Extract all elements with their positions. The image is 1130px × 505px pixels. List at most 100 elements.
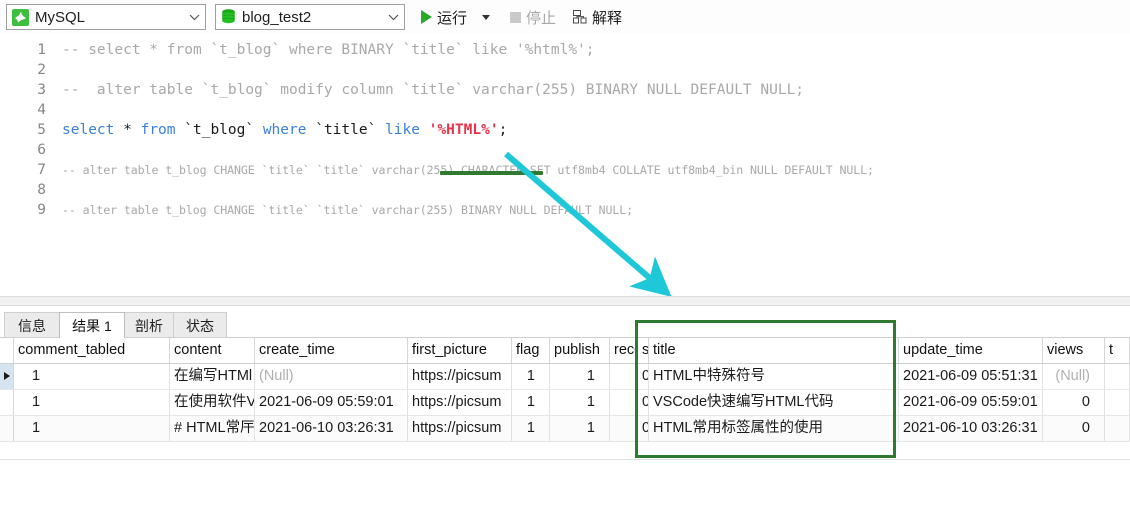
line-number: 4 (0, 100, 46, 120)
line-number: 6 (0, 140, 46, 160)
chevron-down-icon-db[interactable] (384, 5, 402, 29)
table-cell-update_time[interactable]: 2021-06-09 05:51:31 (899, 364, 1043, 389)
column-header[interactable]: views (1043, 338, 1105, 363)
table-cell-t[interactable] (1105, 390, 1130, 415)
row-selector[interactable] (0, 364, 14, 389)
table-cell-title[interactable]: VSCode快速编写HTML代码 (649, 390, 899, 415)
connection-label: MySQL (35, 9, 185, 26)
sql-token (132, 122, 141, 138)
table-cell-first_picture[interactable]: https://picsum (408, 390, 512, 415)
result-tab[interactable]: 剖析 (124, 312, 174, 338)
table-cell-s[interactable]: 0 (638, 364, 649, 389)
table-cell-comment_tabled[interactable]: 1 (14, 416, 170, 441)
table-cell-create_time[interactable]: 2021-06-09 05:59:01 (255, 390, 408, 415)
table-cell-content[interactable]: # HTML常厈 (170, 416, 255, 441)
run-dropdown-button[interactable] (471, 4, 496, 30)
sql-comment: -- select * from `t_blog` where BINARY `… (62, 42, 595, 58)
line-number: 1 (0, 40, 46, 60)
sql-token: like (385, 122, 420, 138)
table-cell-create_time[interactable]: (Null) (255, 364, 408, 389)
table-cell-update_time[interactable]: 2021-06-10 03:26:31 (899, 416, 1043, 441)
code-line[interactable]: select * from `t_blog` where `title` lik… (62, 120, 507, 140)
sql-token (420, 122, 429, 138)
row-selector[interactable] (0, 416, 14, 441)
sql-comment: -- alter table `t_blog` modify column `t… (62, 82, 804, 98)
column-header[interactable]: first_picture (408, 338, 512, 363)
column-header[interactable]: title (649, 338, 899, 363)
table-cell-t[interactable] (1105, 364, 1130, 389)
table-cell-s[interactable]: 0 (638, 416, 649, 441)
sql-token: select (62, 122, 114, 138)
main-toolbar: MySQL blog_test2 (0, 0, 1130, 34)
code-line[interactable]: -- alter table `t_blog` modify column `t… (62, 80, 804, 100)
pane-splitter[interactable] (0, 296, 1130, 306)
table-cell-flag[interactable]: 1 (512, 364, 550, 389)
result-tab[interactable]: 信息 (4, 312, 60, 338)
table-cell-recommend[interactable] (610, 416, 638, 441)
table-cell-publish[interactable]: 1 (550, 390, 610, 415)
run-label: 运行 (437, 7, 467, 28)
play-icon (421, 10, 432, 24)
table-cell-views[interactable]: 0 (1043, 416, 1105, 441)
column-header[interactable]: flag (512, 338, 550, 363)
column-header[interactable]: create_time (255, 338, 408, 363)
column-header[interactable]: update_time (899, 338, 1043, 363)
run-button[interactable]: 运行 (417, 4, 471, 30)
mysql-icon (12, 9, 29, 26)
result-tabbar: 信息结果 1剖析状态 (0, 312, 1130, 338)
stop-button: 停止 (496, 4, 560, 30)
table-cell-comment_tabled[interactable]: 1 (14, 390, 170, 415)
sql-token: `t_blog` (184, 122, 254, 138)
table-cell-update_time[interactable]: 2021-06-09 05:59:01 (899, 390, 1043, 415)
connection-selector[interactable]: MySQL (6, 4, 206, 30)
row-selector[interactable] (0, 390, 14, 415)
table-cell-title[interactable]: HTML常用标签属性的使用 (649, 416, 899, 441)
table-cell-views[interactable]: 0 (1043, 390, 1105, 415)
code-line[interactable]: -- select * from `t_blog` where BINARY `… (62, 40, 595, 60)
explain-label: 解释 (592, 7, 622, 28)
sql-token: ; (499, 122, 508, 138)
chevron-down-icon[interactable] (185, 5, 203, 29)
column-header[interactable]: recoı (610, 338, 638, 363)
column-header[interactable]: publish (550, 338, 610, 363)
table-cell-content[interactable]: 在编写HTMl (170, 364, 255, 389)
table-cell-t[interactable] (1105, 416, 1130, 441)
explain-button[interactable]: 解释 (560, 4, 626, 30)
result-tab[interactable]: 状态 (173, 312, 227, 338)
sql-token: `title` (315, 122, 376, 138)
grid-bottom-border (0, 459, 1130, 460)
table-row[interactable]: 1在使用软件V2021-06-09 05:59:01https://picsum… (0, 390, 1130, 416)
table-cell-content[interactable]: 在使用软件V (170, 390, 255, 415)
result-grid[interactable]: comment_tabledcontentcreate_timefirst_pi… (0, 338, 1130, 460)
table-cell-title[interactable]: HTML中特殊符号 (649, 364, 899, 389)
table-cell-s[interactable]: 0 (638, 390, 649, 415)
table-cell-create_time[interactable]: 2021-06-10 03:26:31 (255, 416, 408, 441)
table-cell-recommend[interactable] (610, 390, 638, 415)
stop-label: 停止 (526, 7, 556, 28)
table-row[interactable]: 1在编写HTMl(Null)https://picsum110HTML中特殊符号… (0, 364, 1130, 390)
sql-editor[interactable]: 1 -- select * from `t_blog` where BINARY … (0, 34, 1130, 300)
table-cell-publish[interactable]: 1 (550, 364, 610, 389)
result-tab[interactable]: 结果 1 (59, 312, 125, 338)
table-cell-views[interactable]: (Null) (1043, 364, 1105, 389)
table-row[interactable]: 1# HTML常厈2021-06-10 03:26:31https://pics… (0, 416, 1130, 442)
sql-token: where (263, 122, 307, 138)
database-selector[interactable]: blog_test2 (215, 4, 405, 30)
table-cell-first_picture[interactable]: https://picsum (408, 364, 512, 389)
table-cell-flag[interactable]: 1 (512, 390, 550, 415)
sql-client-window: MySQL blog_test2 (0, 0, 1130, 505)
code-line[interactable]: -- alter table t_blog CHANGE `title` `ti… (62, 200, 633, 220)
explain-icon (573, 10, 588, 24)
column-header[interactable]: content (170, 338, 255, 363)
table-cell-flag[interactable]: 1 (512, 416, 550, 441)
column-header[interactable]: t (1105, 338, 1130, 363)
table-cell-recommend[interactable] (610, 364, 638, 389)
grid-corner (0, 338, 14, 363)
table-cell-first_picture[interactable]: https://picsum (408, 416, 512, 441)
column-header[interactable]: comment_tabled (14, 338, 170, 363)
code-line[interactable]: -- alter table t_blog CHANGE `title` `ti… (62, 160, 874, 180)
column-header[interactable]: s (638, 338, 649, 363)
table-cell-comment_tabled[interactable]: 1 (14, 364, 170, 389)
current-row-indicator-icon (4, 372, 10, 380)
table-cell-publish[interactable]: 1 (550, 416, 610, 441)
